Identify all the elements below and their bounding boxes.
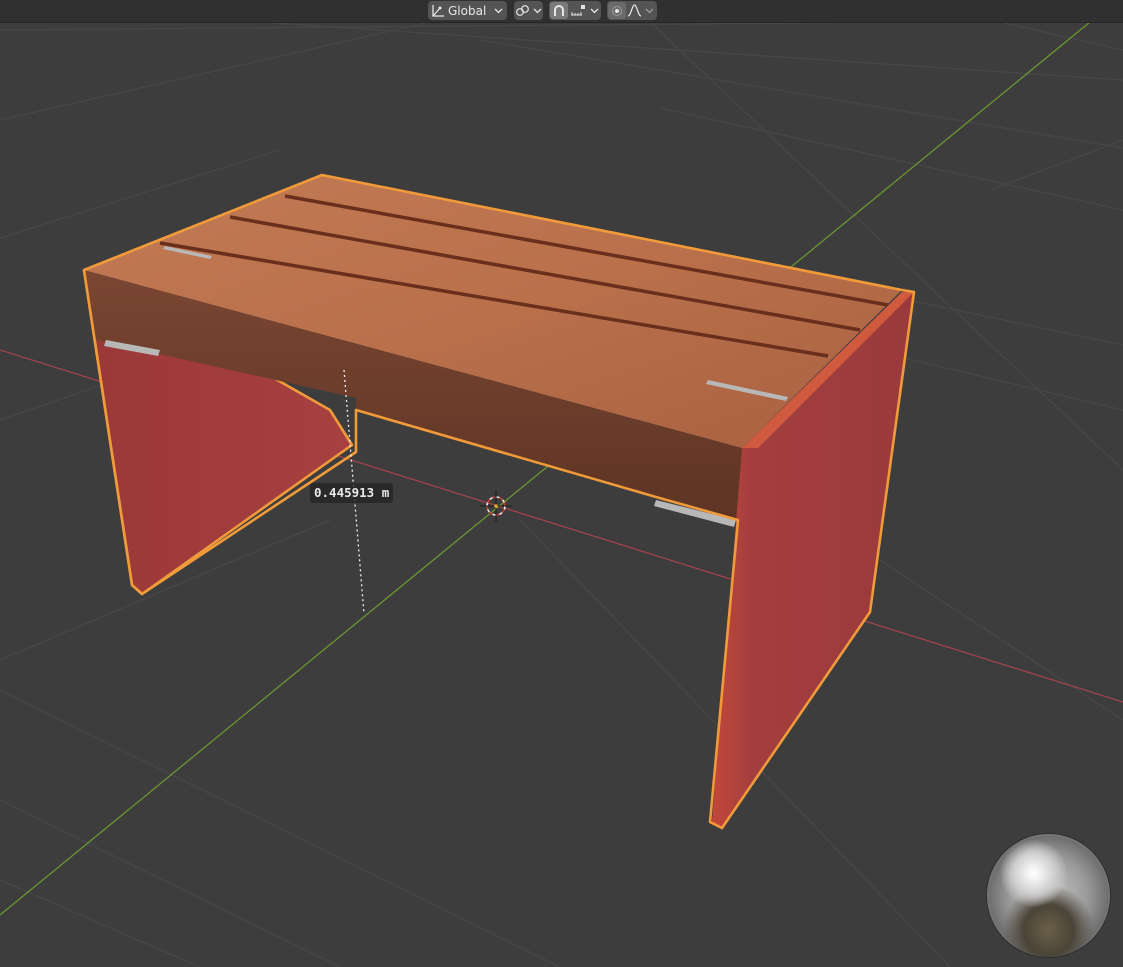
matcap-preview-sphere xyxy=(987,834,1110,957)
viewport-canvas[interactable] xyxy=(0,0,1123,967)
snap-increment-icon[interactable] xyxy=(568,4,588,18)
chevron-down-icon xyxy=(492,8,504,14)
falloff-curve-icon[interactable] xyxy=(626,4,643,17)
viewport-header: Global xyxy=(0,0,1123,23)
pivot-point-dropdown[interactable] xyxy=(514,1,543,20)
proportional-editing-icon[interactable] xyxy=(608,2,626,19)
bench-object[interactable] xyxy=(82,173,916,830)
3d-viewport[interactable]: 0.445913 m xyxy=(0,0,1123,967)
pivot-point-icon xyxy=(514,4,531,17)
snap-group xyxy=(549,1,601,20)
transform-orientation-dropdown[interactable]: Global xyxy=(428,1,507,20)
proportional-editing-group xyxy=(607,1,657,20)
chevron-down-icon[interactable] xyxy=(588,8,600,14)
transform-orientation-label: Global xyxy=(448,3,487,18)
snap-magnet-icon[interactable] xyxy=(550,2,568,19)
transform-orientation-icon xyxy=(428,4,448,18)
chevron-down-icon[interactable] xyxy=(643,8,655,14)
chevron-down-icon xyxy=(531,8,543,14)
measurement-readout: 0.445913 m xyxy=(310,483,394,503)
